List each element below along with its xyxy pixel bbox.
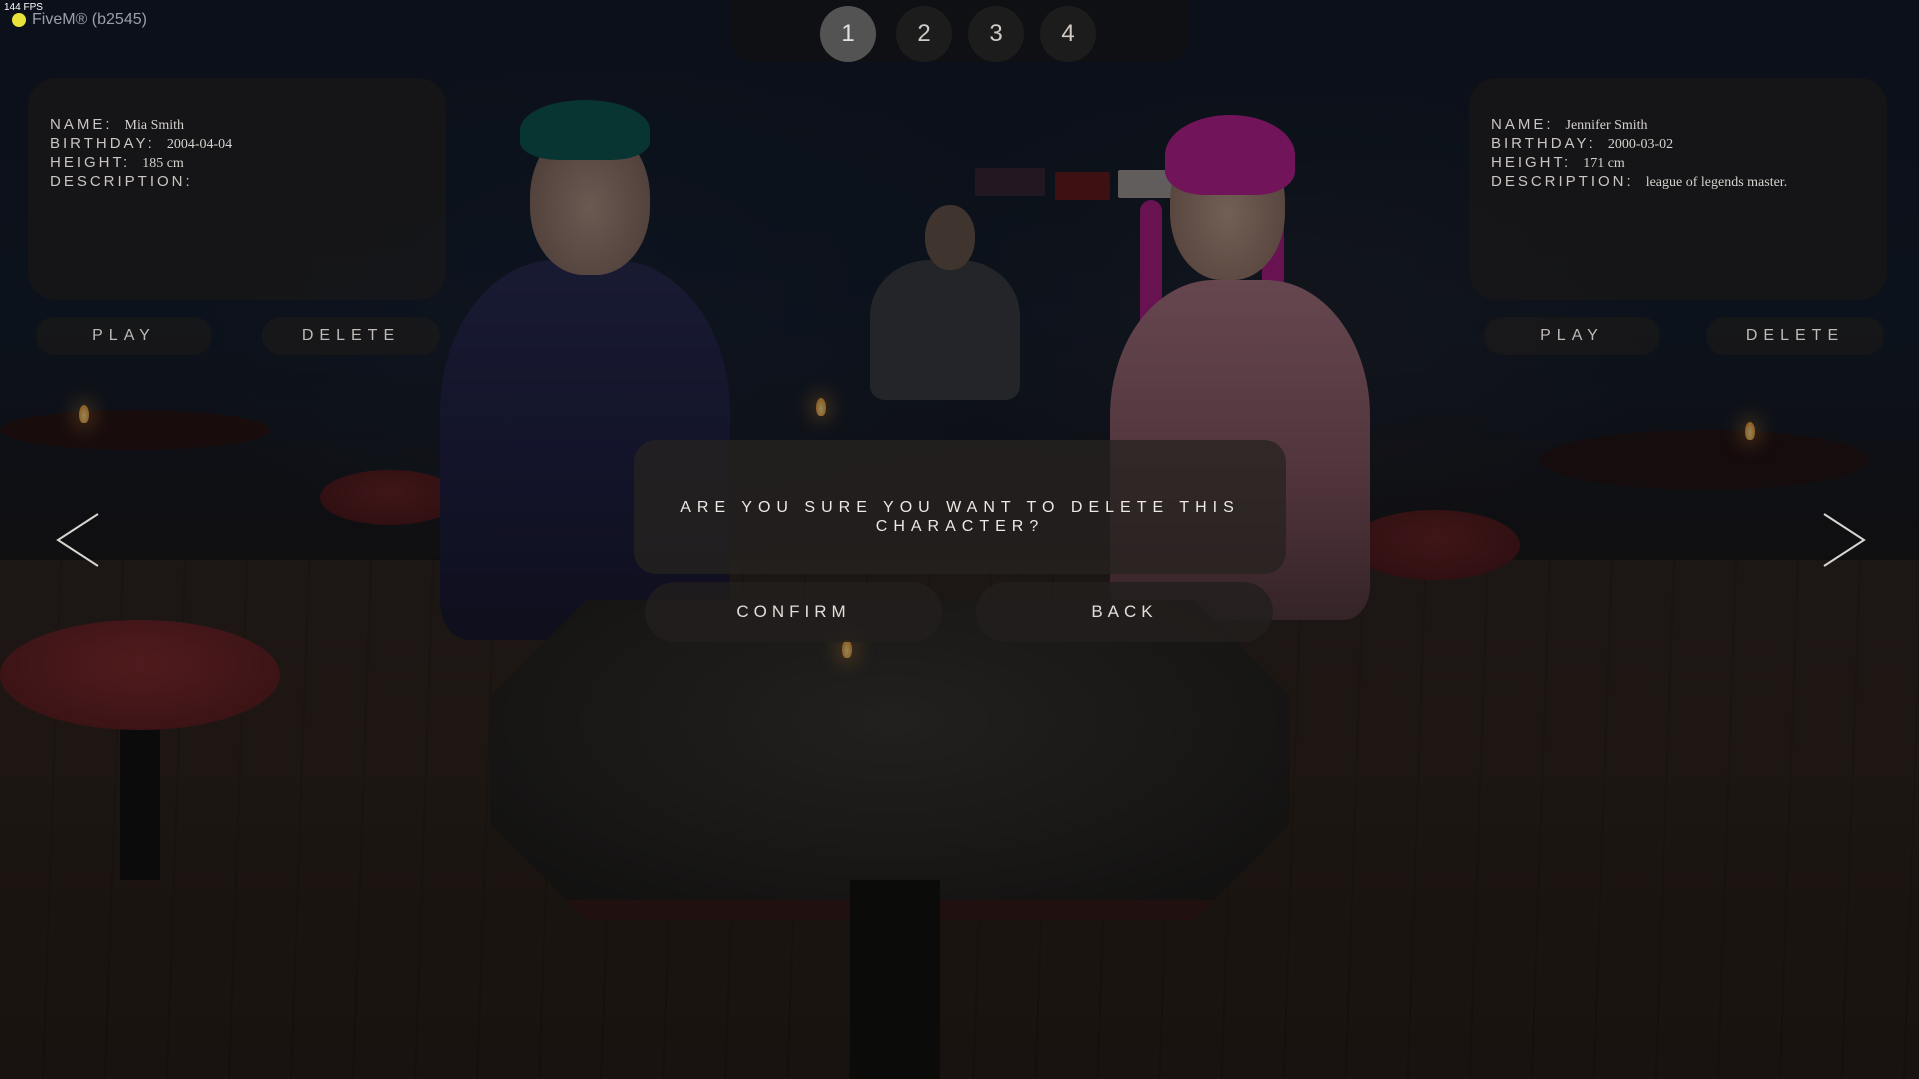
delete-button-left[interactable]: DELETE bbox=[262, 317, 440, 355]
height-label: HEIGHT: bbox=[50, 154, 131, 171]
description-value: league of legends master. bbox=[1645, 175, 1788, 190]
info-row-description: DESCRIPTION: league of legends master. bbox=[1491, 173, 1787, 192]
page-tabs-bar: 1 2 3 4 bbox=[732, 0, 1187, 62]
window-title-text: FiveM® (b2545) bbox=[32, 11, 147, 28]
info-row-name: NAME: Mia Smith bbox=[50, 116, 184, 135]
birthday-value: 2000-03-02 bbox=[1607, 137, 1674, 152]
window-title: FiveM® (b2545) bbox=[12, 11, 147, 29]
delete-button-right[interactable]: DELETE bbox=[1706, 317, 1884, 355]
height-value: 171 cm bbox=[1583, 156, 1625, 171]
play-button-left[interactable]: PLAY bbox=[36, 317, 212, 355]
delete-confirm-dialog: ARE YOU SURE YOU WANT TO DELETE THIS CHA… bbox=[634, 440, 1286, 574]
birthday-label: BIRTHDAY: bbox=[50, 135, 155, 152]
confirm-button[interactable]: CONFIRM bbox=[645, 582, 942, 642]
info-row-height: HEIGHT: 171 cm bbox=[1491, 154, 1625, 173]
info-row-description: DESCRIPTION: bbox=[50, 173, 205, 192]
info-row-height: HEIGHT: 185 cm bbox=[50, 154, 184, 173]
info-row-birthday: BIRTHDAY: 2004-04-04 bbox=[50, 135, 232, 154]
confirm-question: ARE YOU SURE YOU WANT TO DELETE THIS CHA… bbox=[680, 499, 1240, 535]
height-value: 185 cm bbox=[142, 156, 184, 171]
page-tab-2[interactable]: 2 bbox=[896, 6, 952, 62]
page-tab-4[interactable]: 4 bbox=[1040, 6, 1096, 62]
name-value: Mia Smith bbox=[124, 118, 185, 133]
back-button[interactable]: BACK bbox=[976, 582, 1273, 642]
info-row-name: NAME: Jennifer Smith bbox=[1491, 116, 1648, 135]
info-row-birthday: BIRTHDAY: 2000-03-02 bbox=[1491, 135, 1673, 154]
prev-character-button[interactable] bbox=[54, 512, 104, 568]
page-tab-1[interactable]: 1 bbox=[820, 6, 876, 62]
character-info-panel-right: NAME: Jennifer Smith BIRTHDAY: 2000-03-02 … bbox=[1469, 78, 1887, 300]
description-label: DESCRIPTION: bbox=[50, 173, 193, 190]
birthday-label: BIRTHDAY: bbox=[1491, 135, 1596, 152]
chevron-right-icon bbox=[1823, 513, 1866, 567]
character-info-panel-left: NAME: Mia Smith BIRTHDAY: 2004-04-04 HEIGH… bbox=[28, 78, 446, 300]
name-label: NAME: bbox=[1491, 116, 1554, 133]
page-tab-3[interactable]: 3 bbox=[968, 6, 1024, 62]
chevron-left-icon bbox=[56, 513, 99, 567]
description-label: DESCRIPTION: bbox=[1491, 173, 1634, 190]
birthday-value: 2004-04-04 bbox=[166, 137, 233, 152]
name-label: NAME: bbox=[50, 116, 113, 133]
play-button-right[interactable]: PLAY bbox=[1484, 317, 1660, 355]
height-label: HEIGHT: bbox=[1491, 154, 1572, 171]
next-character-button[interactable] bbox=[1818, 512, 1868, 568]
game-screen: 144 FPS FiveM® (b2545) 1 2 3 4 NAME: Mia … bbox=[0, 0, 1919, 1079]
name-value: Jennifer Smith bbox=[1565, 118, 1648, 133]
fivem-logo-icon bbox=[12, 13, 26, 27]
